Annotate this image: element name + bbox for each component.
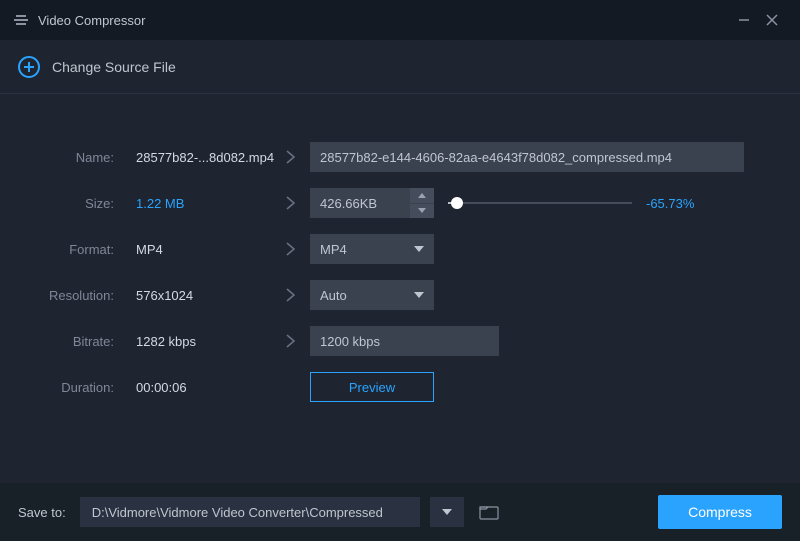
size-slider[interactable] [448, 195, 632, 211]
label-size: Size: [0, 196, 120, 211]
arrow-icon [270, 242, 310, 256]
original-size: 1.22 MB [120, 196, 270, 211]
resolution-select[interactable]: Auto [310, 280, 434, 310]
chevron-down-icon [442, 509, 452, 515]
slider-thumb[interactable] [451, 197, 463, 209]
format-value: MP4 [320, 242, 414, 257]
size-value[interactable] [310, 188, 410, 218]
format-select[interactable]: MP4 [310, 234, 434, 264]
row-resolution: Resolution: 576x1024 Auto [0, 272, 772, 318]
app-icon [14, 13, 28, 27]
arrow-icon [270, 288, 310, 302]
row-duration: Duration: 00:00:06 Preview [0, 364, 772, 410]
form-area: Name: 28577b82-...8d082.mp4 Size: 1.22 M… [0, 94, 800, 410]
row-size: Size: 1.22 MB -65.73% [0, 180, 772, 226]
save-to-label: Save to: [18, 505, 66, 520]
arrow-icon [270, 150, 310, 164]
arrow-icon [270, 334, 310, 348]
size-step-up[interactable] [410, 188, 434, 204]
save-path-dropdown[interactable] [430, 497, 464, 527]
resolution-value: Auto [320, 288, 414, 303]
output-name-field[interactable] [310, 142, 744, 172]
original-format: MP4 [120, 242, 270, 257]
close-button[interactable] [758, 6, 786, 34]
arrow-icon [270, 196, 310, 210]
row-bitrate: Bitrate: 1282 kbps [0, 318, 772, 364]
label-duration: Duration: [0, 380, 120, 395]
folder-icon [479, 504, 499, 520]
open-folder-button[interactable] [474, 497, 504, 527]
compress-button[interactable]: Compress [658, 495, 782, 529]
size-change-pct: -65.73% [646, 196, 694, 211]
original-name: 28577b82-...8d082.mp4 [120, 150, 270, 165]
add-icon[interactable] [18, 56, 40, 78]
minimize-button[interactable] [730, 6, 758, 34]
source-bar: Change Source File [0, 40, 800, 94]
preview-button[interactable]: Preview [310, 372, 434, 402]
size-step-down[interactable] [410, 204, 434, 219]
original-resolution: 576x1024 [120, 288, 270, 303]
size-stepper[interactable] [310, 188, 434, 218]
label-format: Format: [0, 242, 120, 257]
bitrate-field[interactable] [310, 326, 499, 356]
save-path-field[interactable]: D:\Vidmore\Vidmore Video Converter\Compr… [80, 497, 420, 527]
label-name: Name: [0, 150, 120, 165]
original-duration: 00:00:06 [120, 380, 270, 395]
row-name: Name: 28577b82-...8d082.mp4 [0, 134, 772, 180]
original-bitrate: 1282 kbps [120, 334, 270, 349]
footer: Save to: D:\Vidmore\Vidmore Video Conver… [0, 483, 800, 541]
change-source-link[interactable]: Change Source File [52, 59, 176, 75]
row-format: Format: MP4 MP4 [0, 226, 772, 272]
chevron-down-icon [414, 246, 424, 252]
titlebar: Video Compressor [0, 0, 800, 40]
chevron-down-icon [414, 292, 424, 298]
label-bitrate: Bitrate: [0, 334, 120, 349]
app-title: Video Compressor [38, 13, 145, 28]
label-resolution: Resolution: [0, 288, 120, 303]
